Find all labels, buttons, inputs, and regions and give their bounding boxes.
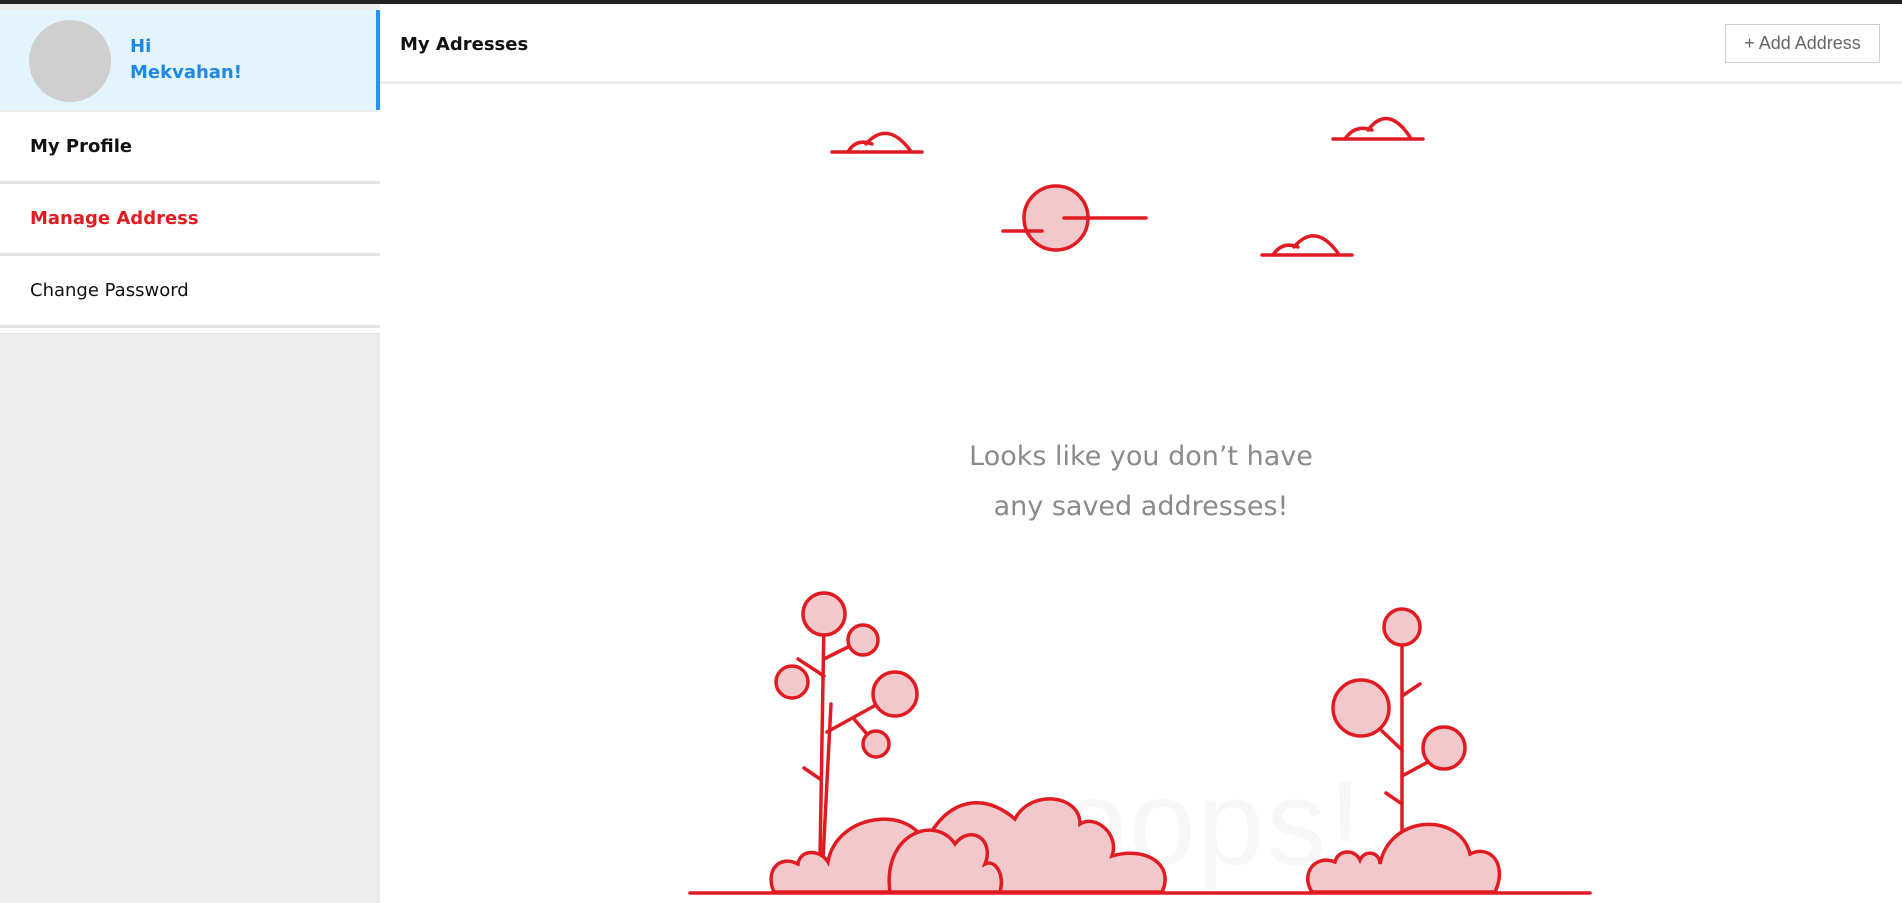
cloud-icon (1260, 234, 1354, 257)
sidebar-item-label: My Profile (30, 136, 133, 157)
sun-icon (1001, 184, 1148, 252)
sidebar-item-my-profile[interactable]: My Profile (0, 112, 380, 184)
sidebar-item-change-password[interactable]: Change Password (0, 256, 380, 328)
sidebar: Hi Mekvahan! My Profile Manage Address C… (0, 4, 380, 903)
empty-message-line-1: Looks like you don’t have (969, 441, 1313, 472)
tree-icon (1331, 607, 1467, 861)
cloud-icon (830, 131, 924, 154)
sidebar-item-label: Manage Address (30, 208, 199, 229)
bush-icon (769, 797, 1167, 894)
greeting: Hi Mekvahan! (130, 34, 242, 86)
main-content: My Adresses + Add Address oops! Looks li… (380, 4, 1902, 903)
sidebar-menu: My Profile Manage Address Change Passwor… (0, 112, 380, 334)
greeting-hi: Hi (130, 36, 152, 57)
avatar[interactable] (29, 20, 111, 102)
sidebar-item-label: Change Password (30, 280, 189, 301)
cloud-icon (1331, 117, 1425, 141)
sidebar-item-manage-address[interactable]: Manage Address (0, 184, 380, 256)
empty-message-line-2: any saved addresses! (993, 491, 1289, 522)
greeting-panel: Hi Mekvahan! (0, 10, 380, 110)
divider (0, 328, 380, 334)
greeting-user-name: Mekvahan! (130, 62, 242, 83)
bush-icon (1306, 822, 1502, 894)
